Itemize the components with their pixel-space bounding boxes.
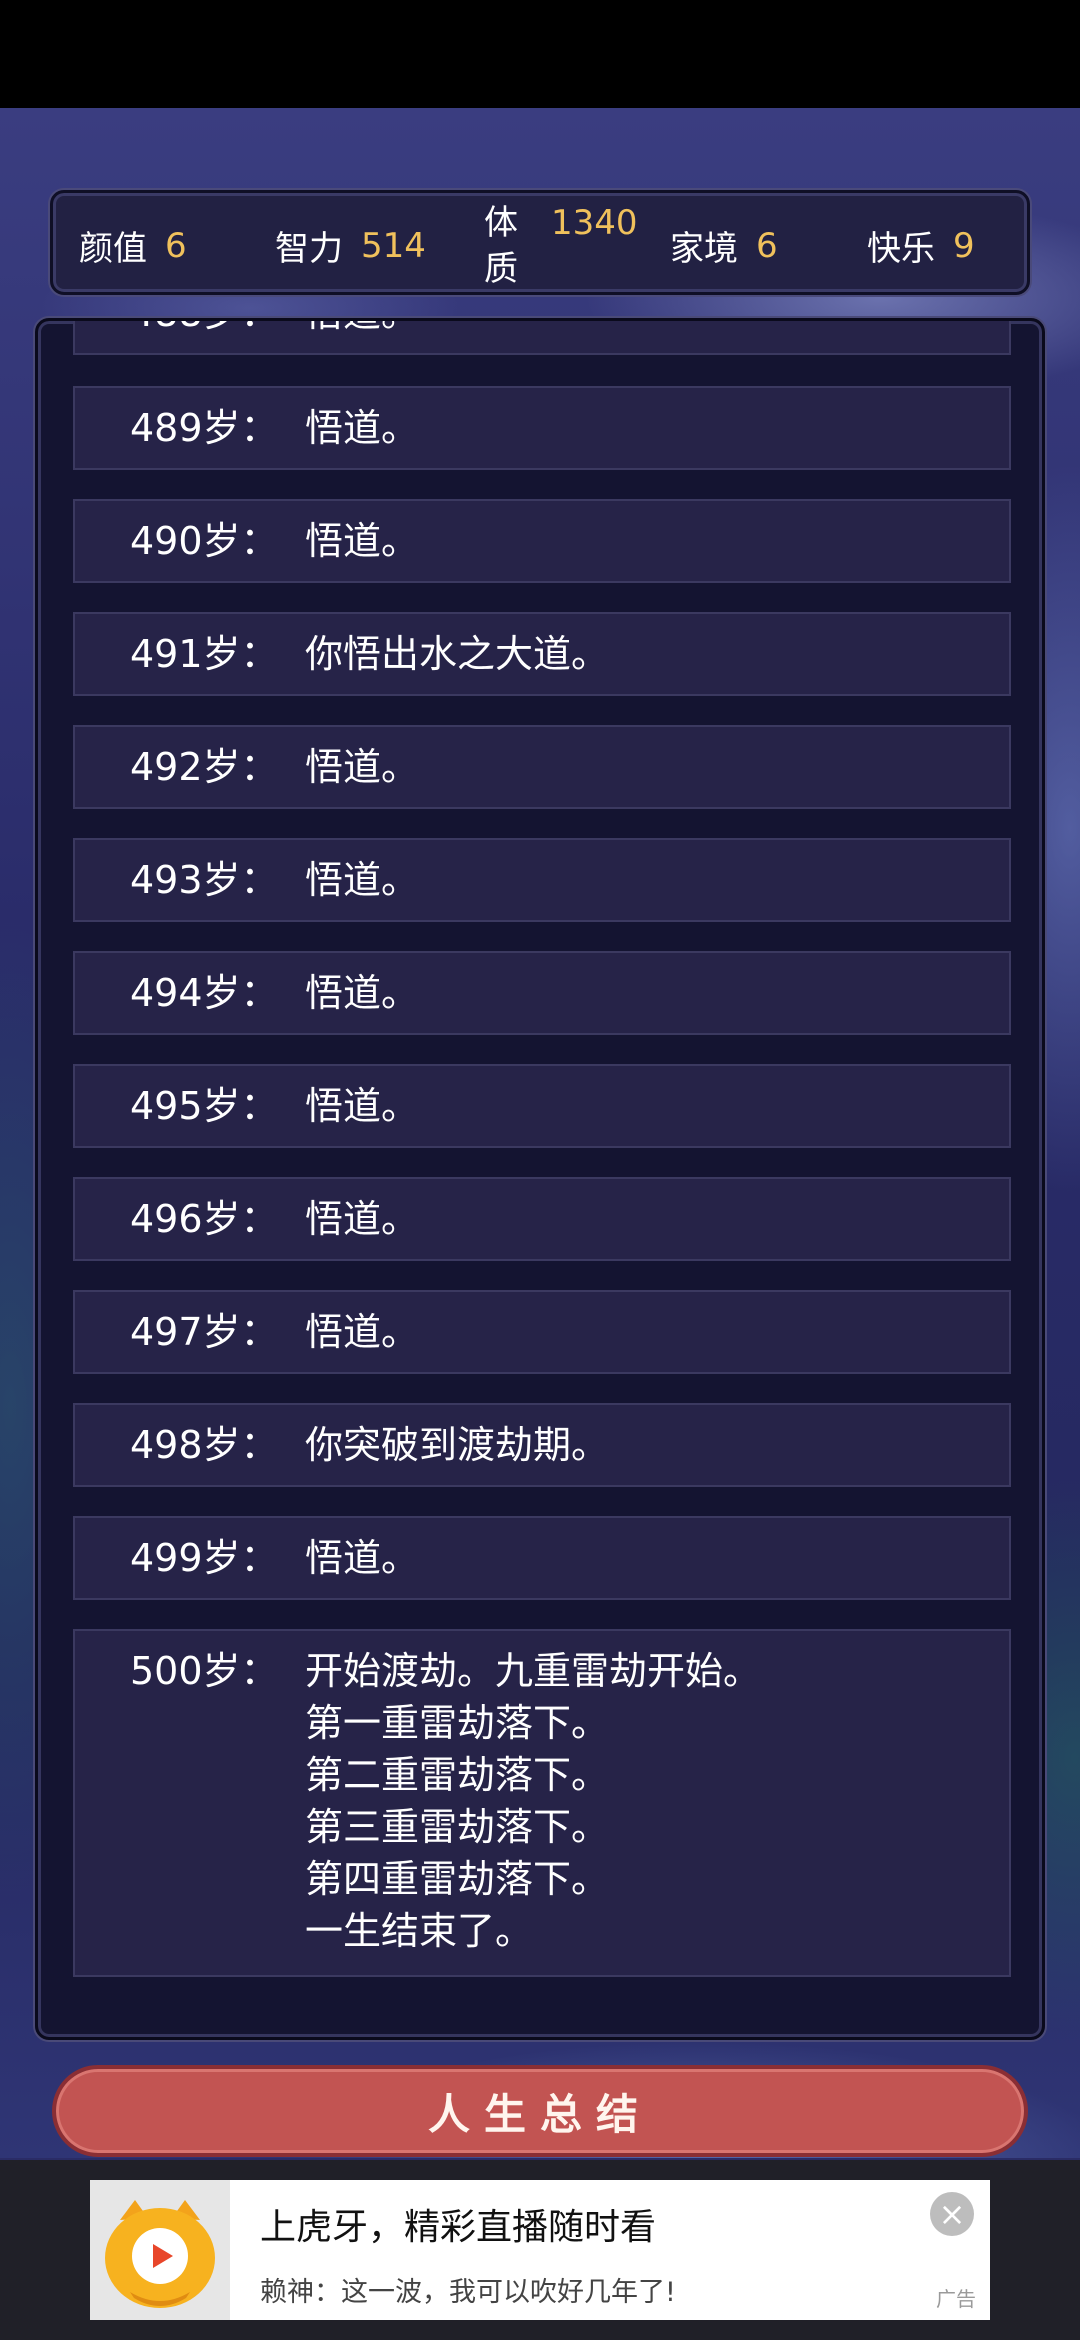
- log-row: 495岁： 悟道。: [73, 1064, 1011, 1148]
- log-row: 494岁： 悟道。: [73, 951, 1011, 1035]
- stat-label: 快乐: [867, 229, 935, 269]
- log-row: 492岁： 悟道。: [73, 725, 1011, 809]
- log-row: 496岁： 悟道。: [73, 1177, 1011, 1261]
- ad-label: 广告: [936, 2287, 976, 2311]
- ad-banner[interactable]: 上虎牙，精彩直播随时看 赖神：这一波，我可以吹好几年了! × 广告: [90, 2180, 990, 2320]
- log-event: 悟道。: [305, 1197, 420, 1241]
- stat-value: 514: [361, 225, 426, 266]
- log-event-line: 第一重雷劫落下。: [305, 1701, 610, 1745]
- stat-happiness: 快乐 9: [867, 193, 975, 298]
- log-row: 497岁： 悟道。: [73, 1290, 1011, 1374]
- log-row: 488岁： 悟道。: [73, 321, 1011, 355]
- log-row: 498岁： 你突破到渡劫期。: [73, 1403, 1011, 1487]
- log-event-line: 第二重雷劫落下。: [305, 1753, 610, 1797]
- log-event: 悟道。: [305, 406, 420, 450]
- log-age: 488岁：: [130, 321, 279, 353]
- log-event: 悟道。: [305, 1084, 420, 1128]
- log-row: 499岁： 悟道。: [73, 1516, 1011, 1600]
- log-event: 你悟出水之大道。: [305, 632, 610, 676]
- log-row: 493岁： 悟道。: [73, 838, 1011, 922]
- log-age: 496岁：: [130, 1197, 279, 1241]
- log-age: 498岁：: [130, 1423, 279, 1467]
- log-age: 491岁：: [130, 632, 279, 676]
- log-event-line: 第四重雷劫落下。: [305, 1857, 610, 1901]
- huya-tiger-logo: [105, 2200, 215, 2308]
- stat-physique: 体质 1340: [483, 193, 638, 298]
- ad-thumbnail[interactable]: [90, 2180, 230, 2320]
- log-age: 499岁：: [130, 1536, 279, 1580]
- life-log-panel[interactable]: 488岁： 悟道。 489岁： 悟道。 490岁： 悟道。 491岁： 你悟出水…: [35, 318, 1045, 2040]
- status-bar: [0, 0, 1080, 108]
- log-event-lines: 开始渡劫。九重雷劫开始。 第一重雷劫落下。 第二重雷劫落下。 第三重雷劫落下。 …: [305, 1645, 761, 1957]
- stat-value: 1340: [551, 203, 638, 243]
- log-event: 悟道。: [305, 745, 420, 789]
- stat-value: 6: [756, 225, 778, 266]
- attribute-bar: 颜值 6 智力 514 体质 1340 家境 6 快乐 9: [50, 190, 1030, 295]
- log-event: 悟道。: [305, 971, 420, 1015]
- life-summary-button[interactable]: 人生总结: [52, 2065, 1028, 2157]
- log-age: 489岁：: [130, 406, 279, 450]
- stat-family: 家境 6: [670, 193, 778, 298]
- log-age: 497岁：: [130, 1310, 279, 1354]
- log-age: 495岁：: [130, 1084, 279, 1128]
- log-event: 悟道。: [305, 519, 420, 563]
- log-row: 490岁： 悟道。: [73, 499, 1011, 583]
- log-row: 489岁： 悟道。: [73, 386, 1011, 470]
- log-event: 悟道。: [305, 321, 419, 353]
- stat-intelligence: 智力 514: [275, 193, 426, 298]
- log-age: 490岁：: [130, 519, 279, 563]
- log-event-line: 开始渡劫。九重雷劫开始。: [305, 1649, 762, 1693]
- stat-appearance: 颜值 6: [79, 193, 187, 298]
- log-event-line: 一生结束了。: [305, 1909, 534, 1953]
- close-icon[interactable]: ×: [930, 2192, 974, 2236]
- stat-label: 颜值: [79, 229, 147, 269]
- log-row-final: 500岁： 开始渡劫。九重雷劫开始。 第一重雷劫落下。 第二重雷劫落下。 第三重…: [73, 1629, 1011, 1977]
- stat-label: 智力: [275, 229, 343, 269]
- log-event: 你突破到渡劫期。: [305, 1423, 610, 1467]
- ad-subtitle: 赖神：这一波，我可以吹好几年了!: [260, 2277, 676, 2308]
- ad-title: 上虎牙，精彩直播随时看: [260, 2207, 657, 2248]
- log-age: 493岁：: [130, 858, 279, 902]
- stat-label: 体质: [484, 202, 518, 289]
- log-event-line: 第三重雷劫落下。: [305, 1805, 610, 1849]
- log-event: 悟道。: [305, 1310, 420, 1354]
- log-age: 494岁：: [130, 971, 279, 1015]
- stat-label: 家境: [670, 229, 738, 269]
- log-event: 悟道。: [305, 1536, 420, 1580]
- stat-value: 6: [165, 225, 187, 266]
- log-event: 悟道。: [305, 858, 420, 902]
- log-age: 500岁：: [130, 1649, 279, 1693]
- stat-value: 9: [953, 225, 975, 266]
- log-row: 491岁： 你悟出水之大道。: [73, 612, 1011, 696]
- log-age: 492岁：: [130, 745, 279, 789]
